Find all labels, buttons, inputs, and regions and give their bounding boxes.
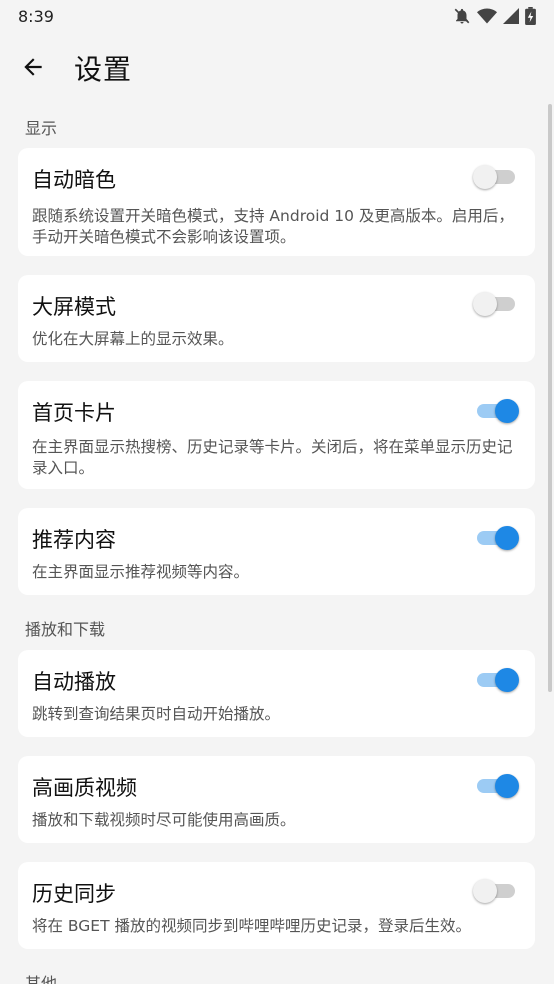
- status-bar: 8:39: [0, 0, 554, 32]
- setting-description: 播放和下载视频时尽可能使用高画质。: [32, 811, 296, 829]
- arrow-left-icon: [20, 54, 46, 84]
- home-cards-toggle[interactable]: [473, 399, 519, 423]
- section-header-display: 显示: [25, 119, 58, 138]
- setting-large-screen[interactable]: 大屏模式 优化在大屏幕上的显示效果。: [18, 275, 535, 362]
- setting-title: 推荐内容: [32, 528, 116, 552]
- setting-title: 自动播放: [32, 670, 116, 694]
- section-header-other: 其他: [25, 974, 58, 984]
- setting-history-sync[interactable]: 历史同步 将在 BGET 播放的视频同步到哔哩哔哩历史记录，登录后生效。: [18, 862, 535, 949]
- setting-description: 跟随系统设置开关暗色模式，支持 Android 10 及更高版本。启用后，手动开…: [32, 207, 514, 246]
- battery-charging-icon: [525, 7, 536, 25]
- setting-autoplay[interactable]: 自动播放 跳转到查询结果页时自动开始播放。: [18, 650, 535, 737]
- setting-home-cards[interactable]: 首页卡片 在主界面显示热搜榜、历史记录等卡片。关闭后，将在菜单显示历史记录入口。: [18, 381, 535, 489]
- setting-title: 首页卡片: [32, 401, 116, 425]
- app-bar: 设置: [0, 40, 554, 98]
- setting-title: 历史同步: [32, 882, 116, 906]
- setting-description: 跳转到查询结果页时自动开始播放。: [32, 705, 281, 723]
- autoplay-toggle[interactable]: [473, 668, 519, 692]
- setting-recommend[interactable]: 推荐内容 在主界面显示推荐视频等内容。: [18, 508, 535, 595]
- setting-hq-video[interactable]: 高画质视频 播放和下载视频时尽可能使用高画质。: [18, 756, 535, 843]
- setting-auto-dark[interactable]: 自动暗色 跟随系统设置开关暗色模式，支持 Android 10 及更高版本。启用…: [18, 148, 535, 256]
- setting-title: 高画质视频: [32, 776, 137, 800]
- setting-title: 大屏模式: [32, 295, 116, 319]
- setting-title: 自动暗色: [32, 168, 116, 192]
- settings-list[interactable]: 显示 自动暗色 跟随系统设置开关暗色模式，支持 Android 10 及更高版本…: [0, 104, 554, 984]
- auto-dark-toggle[interactable]: [473, 165, 519, 189]
- setting-description: 优化在大屏幕上的显示效果。: [32, 330, 234, 348]
- history-sync-toggle[interactable]: [473, 879, 519, 903]
- wifi-icon: [477, 8, 497, 24]
- scrollbar[interactable]: [548, 104, 552, 692]
- setting-description: 将在 BGET 播放的视频同步到哔哩哔哩历史记录，登录后生效。: [32, 917, 471, 935]
- signal-icon: [503, 8, 519, 24]
- status-time: 8:39: [18, 6, 54, 26]
- hq-video-toggle[interactable]: [473, 774, 519, 798]
- setting-description: 在主界面显示热搜榜、历史记录等卡片。关闭后，将在菜单显示历史记录入口。: [32, 438, 513, 477]
- recommend-toggle[interactable]: [473, 526, 519, 550]
- section-header-playback: 播放和下载: [25, 620, 106, 639]
- back-button[interactable]: [14, 50, 52, 88]
- status-icons: [453, 7, 536, 25]
- large-screen-toggle[interactable]: [473, 292, 519, 316]
- bell-off-icon: [453, 7, 471, 25]
- setting-description: 在主界面显示推荐视频等内容。: [32, 563, 250, 581]
- page-title: 设置: [74, 53, 133, 86]
